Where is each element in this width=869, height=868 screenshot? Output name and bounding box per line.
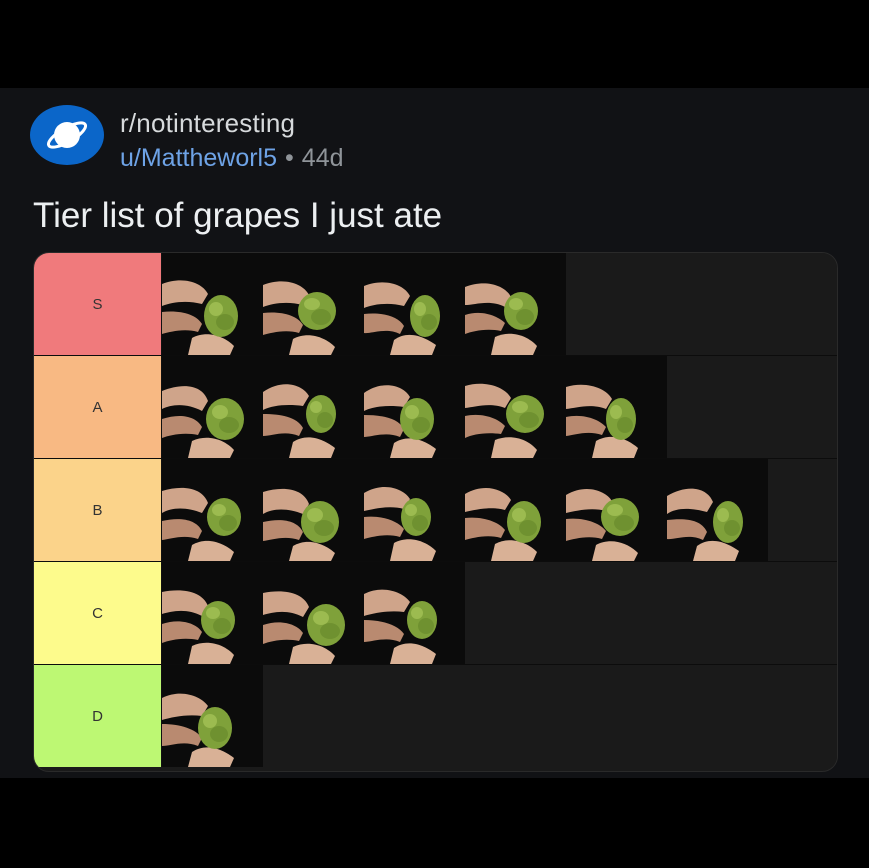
post-title[interactable]: Tier list of grapes I just ate: [33, 196, 442, 236]
grape-photo-graphic: [263, 253, 364, 355]
grape-photo: [364, 562, 465, 664]
grape-photo-graphic: [364, 356, 465, 458]
grape-photo-graphic: [364, 253, 465, 355]
post-age: 44d: [301, 144, 344, 172]
grape-photo-graphic: [566, 356, 667, 458]
grape-photo-graphic: [667, 459, 768, 561]
grape-photo-graphic: [364, 562, 465, 664]
tier-label-b: B: [34, 459, 162, 561]
tier-label-s: S: [34, 253, 162, 355]
grape-photo-graphic: [162, 665, 263, 767]
grape-photo: [465, 459, 566, 561]
author-link[interactable]: u/Mattheworl5: [120, 144, 277, 172]
grape-photo-graphic: [263, 562, 364, 664]
grape-photo: [263, 459, 364, 561]
post-meta: u/Mattheworl5 • 44d: [120, 144, 344, 173]
grape-photo-graphic: [364, 459, 465, 561]
tier-label-a: A: [34, 356, 162, 458]
tier-list-image[interactable]: S A B C D: [33, 252, 838, 772]
subreddit-avatar[interactable]: [30, 105, 108, 165]
grape-photo-graphic: [465, 356, 566, 458]
subreddit-name[interactable]: r/notinteresting: [120, 108, 295, 139]
grape-photo: [263, 253, 364, 355]
tier-row-a: A: [34, 356, 837, 458]
grape-photo: [465, 356, 566, 458]
tier-row-s: S: [34, 253, 837, 355]
grape-photo: [364, 253, 465, 355]
planet-icon: [46, 121, 88, 149]
grape-photo-graphic: [566, 459, 667, 561]
tier-label-c: C: [34, 562, 162, 664]
grape-photo-graphic: [162, 562, 263, 664]
grape-photo: [263, 562, 364, 664]
grape-photo-graphic: [162, 356, 263, 458]
grape-photo: [364, 356, 465, 458]
grape-photo-graphic: [465, 459, 566, 561]
grape-photo-graphic: [465, 253, 566, 355]
grape-photo: [566, 356, 667, 458]
grape-photo: [566, 459, 667, 561]
tier-row-c: C: [34, 562, 837, 664]
tier-label-d: D: [34, 665, 162, 767]
grape-photo-graphic: [162, 459, 263, 561]
grape-photo: [667, 459, 768, 561]
tier-row-d: D: [34, 665, 837, 767]
grape-photo-graphic: [263, 459, 364, 561]
grape-photo: [162, 665, 263, 767]
grape-photo: [162, 562, 263, 664]
grape-photo: [465, 253, 566, 355]
grape-photo: [364, 459, 465, 561]
grape-photo: [162, 356, 263, 458]
meta-separator: •: [285, 144, 294, 172]
grape-photo: [263, 356, 364, 458]
grape-photo: [162, 253, 263, 355]
grape-photo-graphic: [162, 253, 263, 355]
grape-photo-graphic: [263, 356, 364, 458]
grape-photo: [162, 459, 263, 561]
tier-row-b: B: [34, 459, 837, 561]
